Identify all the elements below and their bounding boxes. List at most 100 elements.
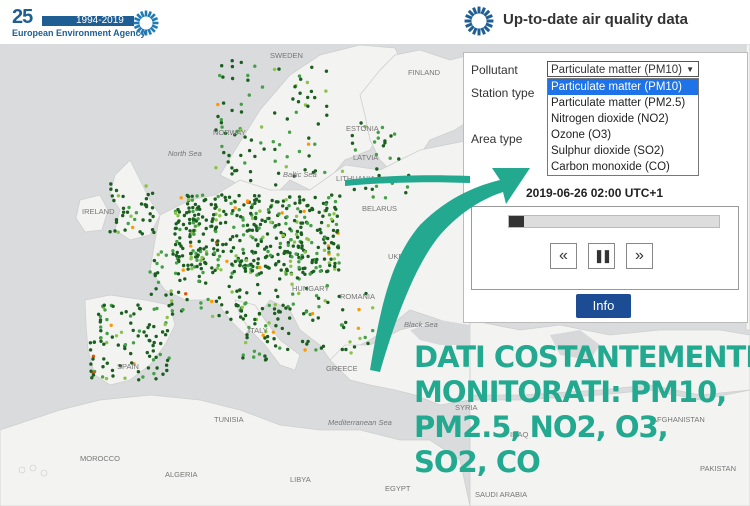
station-dot[interactable]	[111, 304, 115, 308]
station-dot[interactable]	[316, 245, 320, 250]
station-dot[interactable]	[263, 247, 267, 251]
station-dot[interactable]	[184, 226, 188, 231]
station-dot[interactable]	[289, 272, 294, 276]
station-dot[interactable]	[230, 290, 234, 294]
station-dot[interactable]	[186, 263, 190, 267]
station-dot[interactable]	[263, 219, 267, 224]
station-dot[interactable]	[325, 113, 329, 117]
station-dot[interactable]	[224, 198, 228, 202]
station-dot[interactable]	[195, 255, 199, 259]
station-dot[interactable]	[295, 229, 300, 234]
station-dot[interactable]	[299, 221, 303, 225]
station-dot[interactable]	[152, 371, 156, 376]
station-dot[interactable]	[289, 238, 293, 242]
station-dot[interactable]	[110, 335, 115, 339]
station-dot[interactable]	[294, 110, 298, 115]
station-dot[interactable]	[239, 309, 244, 313]
station-dot[interactable]	[191, 205, 195, 210]
station-dot[interactable]	[132, 312, 136, 316]
station-dot[interactable]	[238, 238, 242, 243]
station-dot[interactable]	[291, 97, 295, 101]
station-dot[interactable]	[191, 221, 196, 225]
station-dot[interactable]	[241, 233, 246, 237]
station-dot[interactable]	[310, 311, 315, 316]
station-dot[interactable]	[268, 244, 273, 248]
pollutant-option[interactable]: Carbon monoxide (CO)	[548, 159, 698, 175]
station-dot[interactable]	[324, 89, 328, 93]
station-dot[interactable]	[181, 268, 185, 272]
station-dot[interactable]	[326, 236, 330, 241]
station-dot[interactable]	[370, 187, 374, 191]
station-dot[interactable]	[181, 308, 185, 312]
station-dot[interactable]	[160, 265, 164, 269]
station-dot[interactable]	[306, 254, 310, 259]
station-dot[interactable]	[221, 242, 225, 247]
pollutant-option[interactable]: Particulate matter (PM2.5)	[548, 95, 698, 111]
pollutant-option[interactable]: Sulphur dioxide (SO2)	[548, 143, 698, 159]
station-dot[interactable]	[177, 210, 182, 214]
station-dot[interactable]	[290, 255, 294, 259]
station-dot[interactable]	[259, 125, 264, 129]
station-dot[interactable]	[179, 196, 183, 200]
station-dot[interactable]	[176, 214, 180, 218]
station-dot[interactable]	[274, 262, 278, 266]
station-dot[interactable]	[271, 140, 275, 144]
rewind-button[interactable]: «	[550, 243, 577, 269]
station-dot[interactable]	[165, 329, 170, 333]
station-dot[interactable]	[307, 136, 311, 140]
station-dot[interactable]	[216, 194, 220, 199]
station-dot[interactable]	[285, 215, 289, 219]
station-dot[interactable]	[200, 215, 205, 219]
station-dot[interactable]	[297, 74, 302, 78]
station-dot[interactable]	[102, 303, 107, 307]
station-dot[interactable]	[237, 208, 241, 212]
station-dot[interactable]	[397, 157, 401, 161]
station-dot[interactable]	[109, 323, 113, 327]
station-dot[interactable]	[239, 215, 243, 219]
station-dot[interactable]	[217, 208, 222, 212]
station-dot[interactable]	[300, 255, 305, 259]
station-dot[interactable]	[236, 258, 240, 262]
station-dot[interactable]	[176, 272, 181, 276]
station-dot[interactable]	[252, 349, 257, 353]
station-dot[interactable]	[167, 304, 171, 308]
station-dot[interactable]	[388, 156, 392, 160]
station-dot[interactable]	[214, 218, 218, 222]
station-dot[interactable]	[299, 225, 303, 229]
station-dot[interactable]	[173, 226, 178, 231]
station-dot[interactable]	[331, 228, 336, 233]
station-dot[interactable]	[205, 252, 209, 256]
station-dot[interactable]	[334, 222, 339, 227]
station-dot[interactable]	[232, 225, 236, 229]
station-dot[interactable]	[270, 198, 274, 203]
station-dot[interactable]	[214, 166, 218, 170]
station-dot[interactable]	[225, 259, 229, 263]
station-dot[interactable]	[321, 344, 326, 348]
station-dot[interactable]	[288, 316, 292, 320]
station-dot[interactable]	[253, 250, 258, 255]
station-dot[interactable]	[216, 114, 220, 119]
station-dot[interactable]	[244, 340, 248, 345]
station-dot[interactable]	[187, 206, 191, 210]
station-dot[interactable]	[256, 261, 260, 266]
station-dot[interactable]	[227, 284, 231, 289]
station-dot[interactable]	[91, 373, 96, 377]
forward-button[interactable]: »	[626, 243, 653, 269]
station-dot[interactable]	[154, 287, 158, 291]
station-dot[interactable]	[104, 376, 109, 381]
station-dot[interactable]	[155, 261, 159, 266]
station-dot[interactable]	[173, 211, 178, 215]
station-dot[interactable]	[316, 296, 321, 300]
station-dot[interactable]	[187, 198, 191, 202]
station-dot[interactable]	[377, 173, 381, 178]
station-dot[interactable]	[215, 266, 220, 270]
station-dot[interactable]	[306, 95, 310, 100]
station-dot[interactable]	[191, 217, 195, 221]
station-dot[interactable]	[251, 264, 255, 269]
station-dot[interactable]	[313, 195, 317, 200]
station-dot[interactable]	[210, 299, 214, 304]
station-dot[interactable]	[329, 241, 334, 245]
station-dot[interactable]	[218, 221, 223, 225]
station-dot[interactable]	[192, 228, 196, 233]
station-dot[interactable]	[257, 194, 261, 198]
